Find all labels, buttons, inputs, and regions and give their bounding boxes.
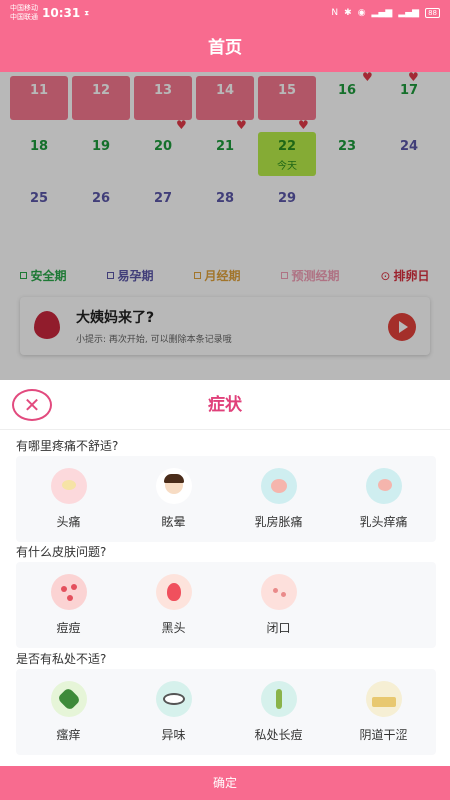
breast-pain-icon — [260, 468, 297, 504]
status-time: 10:31 — [42, 6, 81, 20]
symptom-label: 闭口 — [266, 621, 291, 635]
headache-icon — [50, 468, 87, 504]
symptom-label: 阴道干涩 — [359, 728, 408, 742]
symptom-grid: 痘痘 黑头 闭口 — [16, 562, 436, 648]
app-header: 中国移动 中国联通 10:31 ⧗ N ✱ ◉ ▂▄▆ ▂▄▆ 88 首页 — [0, 0, 450, 72]
confirm-button[interactable]: 确定 — [0, 766, 450, 800]
symptom-label: 头痛 — [56, 515, 81, 529]
symptom-closed-comedone[interactable]: 闭口 — [226, 562, 331, 648]
empty-cell — [331, 562, 436, 648]
hourglass-icon: ⧗ — [84, 8, 90, 17]
private-acne-icon — [260, 681, 297, 717]
symptom-label: 黑头 — [161, 621, 186, 635]
page-title: 首页 — [208, 38, 242, 58]
dryness-icon — [365, 681, 402, 717]
signal-icon: ▂▄▆ — [398, 8, 420, 18]
close-circle-icon[interactable]: ✕ — [12, 389, 52, 421]
itch-icon — [50, 681, 87, 717]
symptom-label: 乳房胀痛 — [254, 515, 303, 529]
section-question: 有什么皮肤问题? — [16, 545, 107, 559]
symptom-dryness[interactable]: 阴道干涩 — [331, 669, 436, 755]
symptom-label: 痘痘 — [56, 621, 81, 635]
symptom-label: 眩晕 — [161, 515, 186, 529]
symptom-label: 乳头痒痛 — [359, 515, 408, 529]
nipple-itch-icon — [365, 468, 402, 504]
section-private: 是否有私处不适? 瘙痒 异味 私处长痘 阴道干涩 — [0, 649, 450, 755]
dizzy-icon — [155, 468, 192, 504]
symptom-headache[interactable]: 头痛 — [16, 456, 121, 542]
symptom-nipple-itch[interactable]: 乳头痒痛 — [331, 456, 436, 542]
closed-comedone-icon — [260, 574, 297, 610]
symptom-blackhead[interactable]: 黑头 — [121, 562, 226, 648]
blackhead-icon — [155, 574, 192, 610]
acne-icon — [50, 574, 87, 610]
symptom-label: 异味 — [161, 728, 186, 742]
symptom-dizzy[interactable]: 眩晕 — [121, 456, 226, 542]
modal-overlay[interactable] — [0, 72, 450, 380]
carrier-2: 中国联通 — [10, 13, 38, 21]
section-skin: 有什么皮肤问题? 痘痘 黑头 闭口 — [0, 542, 450, 648]
symptom-label: 瘙痒 — [56, 728, 81, 742]
section-question: 是否有私处不适? — [16, 652, 107, 666]
section-question: 有哪里疼痛不舒适? — [16, 439, 119, 453]
wifi-icon: ◉ — [357, 8, 366, 18]
symptom-breast-pain[interactable]: 乳房胀痛 — [226, 456, 331, 542]
symptom-itch[interactable]: 瘙痒 — [16, 669, 121, 755]
nfc-icon: N — [331, 8, 339, 18]
carrier-1: 中国移动 — [10, 4, 38, 12]
symptom-odor[interactable]: 异味 — [121, 669, 226, 755]
symptom-acne[interactable]: 痘痘 — [16, 562, 121, 648]
section-pain: 有哪里疼痛不舒适? 头痛 眩晕 乳房胀痛 乳头痒痛 — [0, 436, 450, 542]
signal-icon: ▂▄▆ — [371, 8, 393, 18]
symptom-private-acne[interactable]: 私处长痘 — [226, 669, 331, 755]
sheet-title: 症状 — [208, 395, 242, 415]
battery-icon: 88 — [425, 8, 440, 18]
symptom-grid: 瘙痒 异味 私处长痘 阴道干涩 — [16, 669, 436, 755]
carrier-info: 中国移动 中国联通 — [10, 4, 38, 22]
odor-icon — [155, 681, 192, 717]
status-bar: 中国移动 中国联通 10:31 ⧗ N ✱ ◉ ▂▄▆ ▂▄▆ 88 — [0, 0, 450, 26]
status-icons: N ✱ ◉ ▂▄▆ ▂▄▆ 88 — [331, 8, 440, 18]
symptom-label: 私处长痘 — [254, 728, 303, 742]
bluetooth-icon: ✱ — [344, 8, 352, 18]
symptom-grid: 头痛 眩晕 乳房胀痛 乳头痒痛 — [16, 456, 436, 542]
sheet-header: ✕ 症状 — [0, 380, 450, 430]
